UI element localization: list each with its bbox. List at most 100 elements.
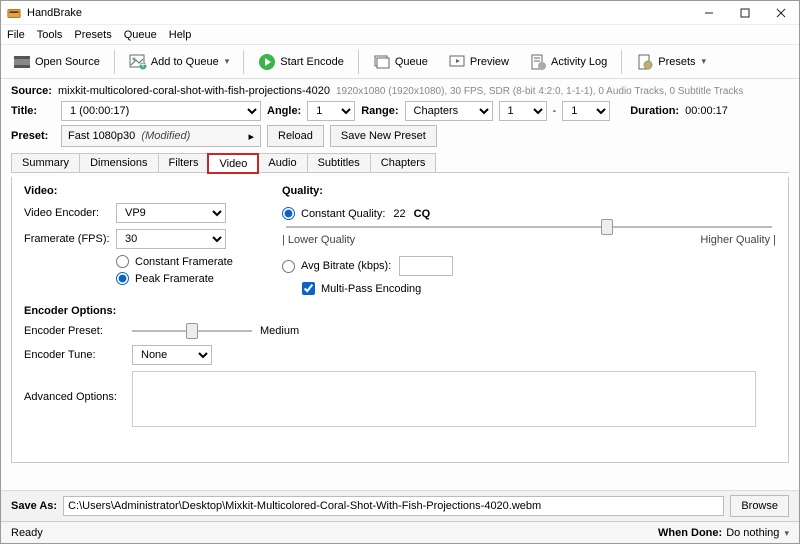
source-row: Source: mixkit-multicolored-coral-shot-w… <box>11 85 789 97</box>
tab-audio[interactable]: Audio <box>257 153 307 172</box>
toolbar-separator <box>243 50 244 74</box>
menu-help[interactable]: Help <box>169 29 192 41</box>
lower-quality-label: | Lower Quality <box>282 234 355 246</box>
close-button[interactable] <box>763 1 799 25</box>
encoder-preset-slider-thumb[interactable] <box>186 323 198 339</box>
save-new-preset-button[interactable]: Save New Preset <box>330 125 437 147</box>
app-icon <box>7 6 21 20</box>
title-label: Title: <box>11 105 55 117</box>
image-plus-icon: + <box>129 53 147 71</box>
app-title: HandBrake <box>27 7 691 19</box>
app-window: HandBrake File Tools Presets Queue Help … <box>0 0 800 544</box>
chevron-down-icon: ▾ <box>702 56 707 67</box>
quality-section-header: Quality: <box>282 185 776 197</box>
maximize-button[interactable] <box>727 1 763 25</box>
preset-row: Preset: Fast 1080p30 (Modified) ▸ Reload… <box>11 125 789 147</box>
angle-label: Angle: <box>267 105 301 117</box>
toolbar-separator <box>114 50 115 74</box>
encoder-preset-value: Medium <box>260 325 299 337</box>
svg-text:+: + <box>140 59 146 71</box>
video-encoder-label: Video Encoder: <box>24 207 110 219</box>
save-as-row: Save As: Browse <box>1 490 799 521</box>
multipass-checkbox[interactable]: Multi-Pass Encoding <box>302 282 776 295</box>
preset-label: Preset: <box>11 130 55 142</box>
encoder-tune-label: Encoder Tune: <box>24 349 124 361</box>
cq-suffix: CQ <box>414 208 431 220</box>
log-icon <box>529 53 547 71</box>
menu-presets[interactable]: Presets <box>74 29 111 41</box>
peak-framerate-radio[interactable]: Peak Framerate <box>116 272 262 285</box>
framerate-select[interactable]: 30 <box>116 229 226 249</box>
range-from-select[interactable]: 1 <box>499 101 547 121</box>
range-to-select[interactable]: 1 <box>562 101 610 121</box>
title-select[interactable]: 1 (00:00:17) <box>61 101 261 121</box>
range-label: Range: <box>361 105 398 117</box>
when-done-label: When Done: <box>658 527 722 539</box>
film-icon <box>13 53 31 71</box>
range-mode-select[interactable]: Chapters <box>405 101 493 121</box>
tab-filters[interactable]: Filters <box>158 153 210 172</box>
range-separator: - <box>553 105 557 117</box>
avg-bitrate-input[interactable] <box>399 256 453 276</box>
menu-tools[interactable]: Tools <box>37 29 63 41</box>
avg-bitrate-radio[interactable]: Avg Bitrate (kbps): <box>282 260 391 273</box>
preset-combo[interactable]: Fast 1080p30 (Modified) ▸ <box>61 125 261 147</box>
toolbar: Open Source + Add to Queue ▾ Start Encod… <box>1 45 799 79</box>
tab-chapters[interactable]: Chapters <box>370 153 437 172</box>
constant-framerate-radio[interactable]: Constant Framerate <box>116 255 262 268</box>
source-meta: 1920x1080 (1920x1080), 30 FPS, SDR (8-bi… <box>336 86 743 97</box>
menu-file[interactable]: File <box>7 29 25 41</box>
save-as-input[interactable] <box>63 496 724 516</box>
advanced-options-label: Advanced Options: <box>24 371 124 403</box>
minimize-button[interactable] <box>691 1 727 25</box>
video-tab-panel: Video: Video Encoder: VP9 Framerate (FPS… <box>11 177 789 463</box>
browse-button[interactable]: Browse <box>730 495 789 517</box>
chevron-down-icon: ▾ <box>225 56 230 67</box>
framerate-label: Framerate (FPS): <box>24 233 110 245</box>
status-text: Ready <box>11 527 43 539</box>
advanced-options-input[interactable] <box>132 371 756 427</box>
angle-select[interactable]: 1 <box>307 101 355 121</box>
play-icon <box>258 53 276 71</box>
content-area: Source: mixkit-multicolored-coral-shot-w… <box>1 79 799 490</box>
tab-dimensions[interactable]: Dimensions <box>79 153 158 172</box>
start-encode-button[interactable]: Start Encode <box>252 49 350 75</box>
duration-value: 00:00:17 <box>685 105 728 117</box>
menubar: File Tools Presets Queue Help <box>1 25 799 45</box>
presets-button[interactable]: Presets ▾ <box>630 49 712 75</box>
tab-subtitles[interactable]: Subtitles <box>307 153 371 172</box>
reload-preset-button[interactable]: Reload <box>267 125 324 147</box>
add-to-queue-button[interactable]: + Add to Queue ▾ <box>123 49 235 75</box>
title-row: Title: 1 (00:00:17) Angle: 1 Range: Chap… <box>11 101 789 121</box>
cq-value: 22 <box>393 208 405 220</box>
video-encoder-select[interactable]: VP9 <box>116 203 226 223</box>
quality-slider[interactable] <box>286 226 772 228</box>
encoder-preset-slider[interactable] <box>132 323 252 339</box>
encoder-tune-select[interactable]: None <box>132 345 212 365</box>
window-buttons <box>691 1 799 25</box>
toolbar-separator <box>358 50 359 74</box>
preview-icon <box>448 53 466 71</box>
activity-log-button[interactable]: Activity Log <box>523 49 613 75</box>
when-done-select[interactable]: Do nothing ▾ <box>726 527 789 539</box>
presets-icon <box>636 53 654 71</box>
duration-label: Duration: <box>630 105 679 117</box>
status-bar: Ready When Done: Do nothing ▾ <box>1 521 799 543</box>
tabs: Summary Dimensions Filters Video Audio S… <box>11 153 789 173</box>
source-label: Source: <box>11 85 52 97</box>
toolbar-separator <box>621 50 622 74</box>
queue-icon <box>373 53 391 71</box>
quality-slider-thumb[interactable] <box>601 219 613 235</box>
chevron-right-icon: ▸ <box>248 130 254 143</box>
tab-summary[interactable]: Summary <box>11 153 80 172</box>
menu-queue[interactable]: Queue <box>124 29 157 41</box>
titlebar: HandBrake <box>1 1 799 25</box>
video-section-header: Video: <box>24 185 262 197</box>
encoder-preset-label: Encoder Preset: <box>24 325 124 337</box>
preview-button[interactable]: Preview <box>442 49 515 75</box>
queue-button[interactable]: Queue <box>367 49 434 75</box>
constant-quality-radio[interactable]: Constant Quality: <box>282 207 385 220</box>
open-source-button[interactable]: Open Source <box>7 49 106 75</box>
tab-video[interactable]: Video <box>208 154 258 173</box>
encoder-options-header: Encoder Options: <box>24 305 776 317</box>
